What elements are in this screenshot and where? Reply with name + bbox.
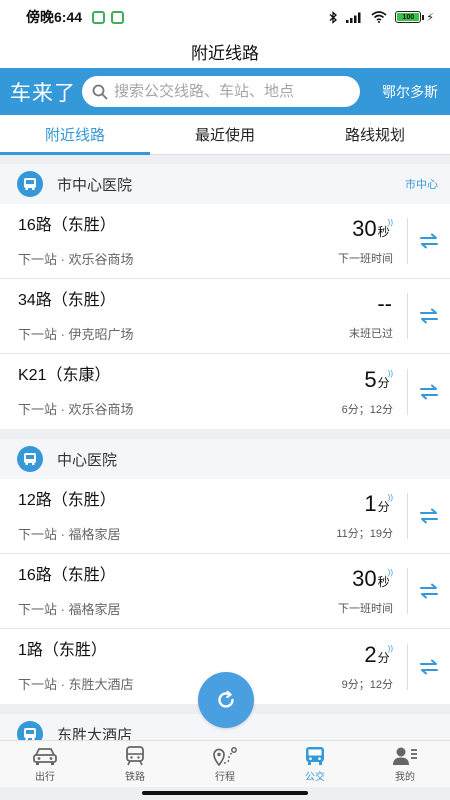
eta-value: 5 xyxy=(364,366,377,392)
train-icon xyxy=(126,745,144,765)
route-row[interactable]: K21（东康） 下一站 · 欢乐谷商场 5 分 )) 6分；12分 xyxy=(0,354,450,429)
route-name: K21（东康） xyxy=(18,367,111,384)
realtime-signal-icon: )) xyxy=(387,368,393,378)
nav-label: 我的 xyxy=(395,771,415,783)
switch-direction-button[interactable] xyxy=(407,568,450,614)
eta-value: 2 xyxy=(364,641,377,667)
brand-logo: 车来了 xyxy=(10,81,76,105)
nav-label: 公交 xyxy=(305,771,325,783)
nav-item-travel[interactable]: 出行 xyxy=(0,741,90,787)
station-list[interactable]: 市中心医院 市中心 16路（东胜） 下一站 · 欢乐谷商场 30 秒 )) 下一… xyxy=(0,164,450,740)
nav-item-profile[interactable]: 我的 xyxy=(360,741,450,787)
route-pin-icon xyxy=(213,746,237,766)
station-card: 市中心医院 市中心 16路（东胜） 下一站 · 欢乐谷商场 30 秒 )) 下一… xyxy=(0,164,450,429)
switch-direction-icon xyxy=(420,583,438,599)
switch-direction-button[interactable] xyxy=(407,368,450,415)
bus-stop-icon xyxy=(17,171,43,197)
nav-item-trips[interactable]: 行程 xyxy=(180,741,270,787)
eta-value: 1 xyxy=(364,491,377,516)
nav-label: 出行 xyxy=(35,771,55,783)
realtime-signal-icon: )) xyxy=(387,493,393,502)
bus-stop-icon xyxy=(17,446,43,472)
route-name: 34路（东胜） xyxy=(18,291,116,309)
charging-icon: ⚡ xyxy=(426,11,434,24)
eta-value: -- xyxy=(377,291,392,316)
tab-route-planning[interactable]: 路线规划 xyxy=(300,115,450,154)
nav-label: 行程 xyxy=(215,771,235,783)
tab-nearby-routes[interactable]: 附近线路 xyxy=(0,115,150,155)
route-schedule: 11分；19分 xyxy=(336,528,393,540)
route-schedule: 下一班时间 xyxy=(338,253,393,265)
switch-direction-button[interactable] xyxy=(407,643,450,690)
status-bar: 傍晚6:44 100 ⚡ xyxy=(0,0,450,34)
realtime-signal-icon: )) xyxy=(387,643,393,653)
refresh-button[interactable] xyxy=(198,672,254,728)
route-name: 12路（东胜） xyxy=(18,491,116,509)
route-next-stop: 下一站 · 伊克昭广场 xyxy=(18,326,134,342)
car-icon xyxy=(33,747,57,765)
station-name: 中心医院 xyxy=(57,451,118,469)
bottom-nav: 出行 铁路 行程 公交 我的 xyxy=(0,740,450,787)
route-schedule: 下一班时间 xyxy=(338,603,393,615)
route-row[interactable]: 34路（东胜） 下一站 · 伊克昭广场 -- 末班已过 xyxy=(0,279,450,354)
search-box[interactable] xyxy=(82,76,360,107)
battery-icon: 100 ⚡ xyxy=(395,11,434,24)
home-indicator[interactable] xyxy=(142,791,308,795)
route-next-stop: 下一站 · 福格家居 xyxy=(18,526,121,542)
bluetooth-icon xyxy=(329,10,338,24)
route-next-stop: 下一站 · 欢乐谷商场 xyxy=(18,402,134,417)
eta-value: 30 xyxy=(352,566,377,591)
station-header[interactable]: 中心医院 xyxy=(0,439,450,479)
search-input[interactable] xyxy=(114,83,344,100)
route-name: 16路（东胜） xyxy=(18,566,116,584)
switch-direction-icon xyxy=(420,508,438,524)
tabs: 附近线路 最近使用 路线规划 xyxy=(0,115,450,155)
switch-direction-icon xyxy=(420,384,438,399)
signal-icon xyxy=(346,12,361,23)
nav-label: 铁路 xyxy=(125,771,145,783)
page-title: 附近线路 xyxy=(191,43,259,63)
profile-icon xyxy=(393,747,417,765)
station-name: 东胜大酒店 xyxy=(57,726,133,741)
wifi-icon xyxy=(371,11,387,23)
route-schedule: 末班已过 xyxy=(349,328,393,340)
route-schedule: 6分；12分 xyxy=(341,403,393,416)
route-next-stop: 下一站 · 欢乐谷商场 xyxy=(18,251,134,267)
route-row[interactable]: 16路（东胜） 下一站 · 福格家居 30 秒 )) 下一班时间 xyxy=(0,554,450,629)
nav-item-railway[interactable]: 铁路 xyxy=(90,741,180,787)
station-name: 市中心医院 xyxy=(57,176,133,194)
bus-stop-icon xyxy=(17,721,43,740)
title-bar: 附近线路 xyxy=(0,34,450,68)
station-card: 中心医院 12路（东胜） 下一站 · 福格家居 1 分 )) 11分；19分 1 xyxy=(0,439,450,704)
station-header[interactable]: 市中心医院 市中心 xyxy=(0,164,450,204)
realtime-signal-icon: )) xyxy=(387,218,393,227)
city-selector[interactable]: 鄂尔多斯 xyxy=(382,82,438,102)
tab-recent[interactable]: 最近使用 xyxy=(150,115,300,154)
app-notification-icon xyxy=(92,10,106,24)
refresh-icon xyxy=(218,690,234,708)
route-next-stop: 下一站 · 福格家居 xyxy=(18,601,121,617)
route-schedule: 9分；12分 xyxy=(341,678,393,691)
switch-direction-button[interactable] xyxy=(407,218,450,264)
switch-direction-button[interactable] xyxy=(407,293,450,339)
route-name: 1路（东胜） xyxy=(18,642,107,659)
route-row[interactable]: 12路（东胜） 下一站 · 福格家居 1 分 )) 11分；19分 xyxy=(0,479,450,554)
nav-item-bus[interactable]: 公交 xyxy=(270,741,360,787)
realtime-signal-icon: )) xyxy=(387,568,393,577)
switch-direction-icon xyxy=(420,659,438,674)
switch-direction-icon xyxy=(420,233,438,249)
status-time: 傍晚6:44 xyxy=(26,9,83,25)
switch-direction-button[interactable] xyxy=(407,493,450,539)
route-row[interactable]: 16路（东胜） 下一站 · 欢乐谷商场 30 秒 )) 下一班时间 xyxy=(0,204,450,279)
route-name: 16路（东胜） xyxy=(18,216,116,234)
app-notification-icon xyxy=(111,10,125,24)
search-bar: 车来了 鄂尔多斯 xyxy=(0,68,450,115)
search-icon xyxy=(92,84,108,99)
bus-icon xyxy=(306,746,324,765)
eta-value: 30 xyxy=(352,216,377,241)
switch-direction-icon xyxy=(420,308,438,324)
station-district-tag: 市中心 xyxy=(405,179,438,191)
